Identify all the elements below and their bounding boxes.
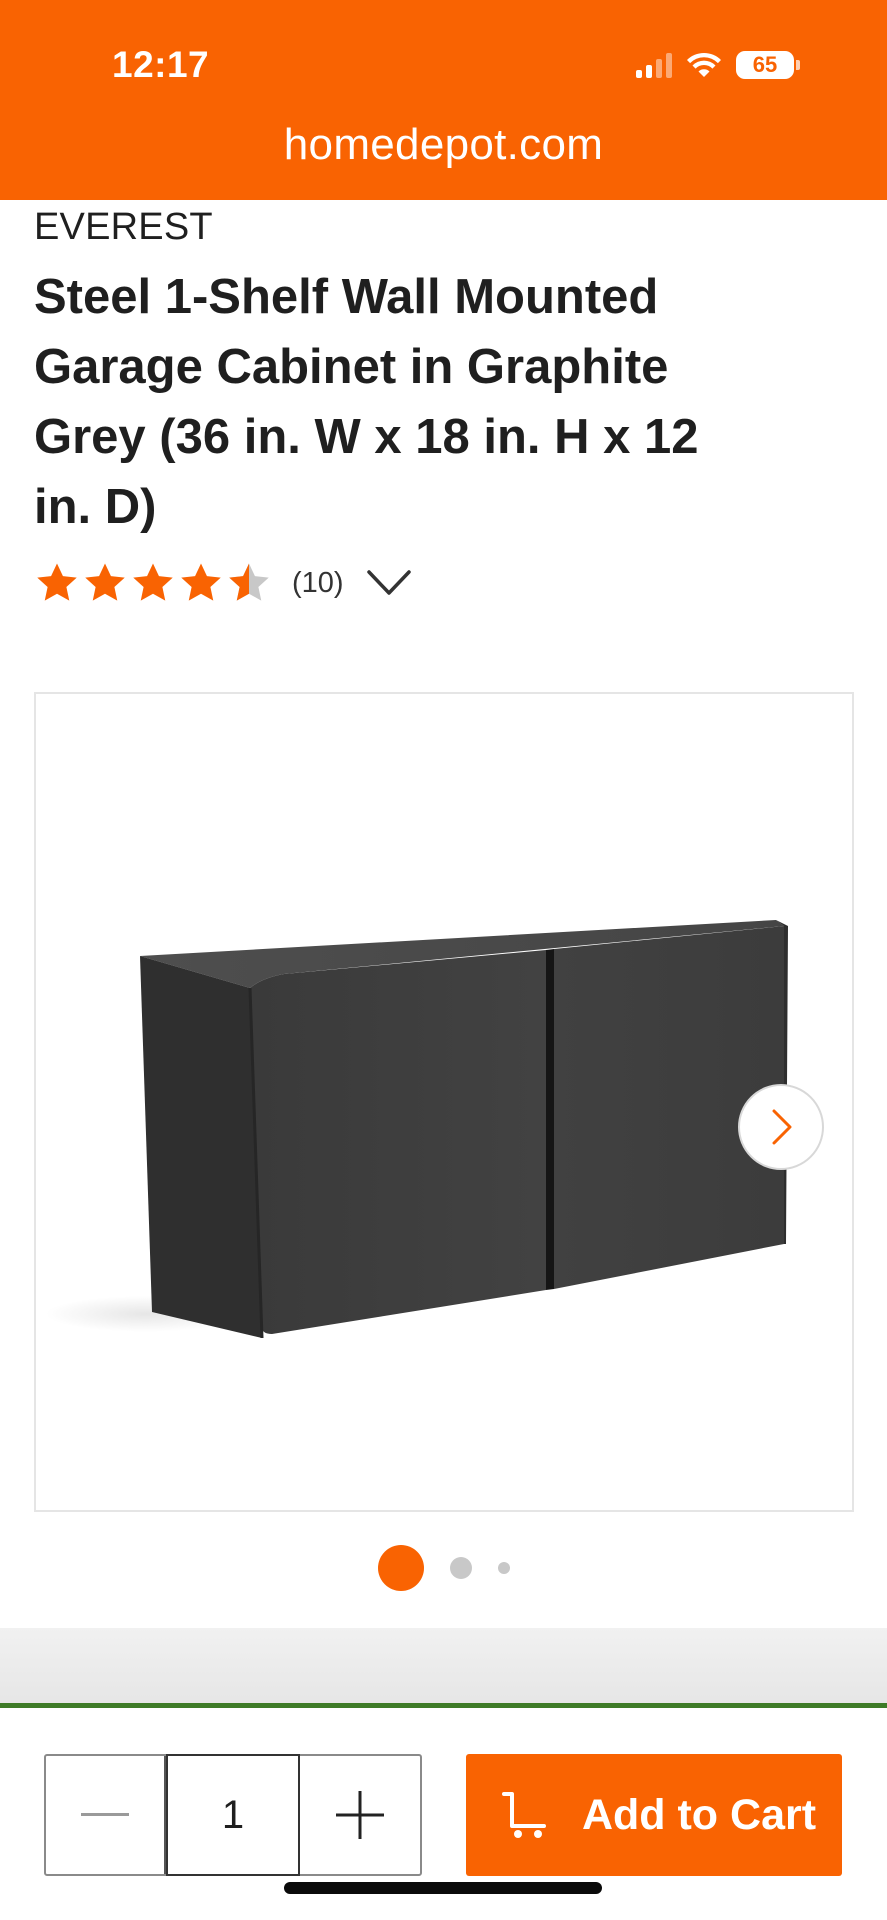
quantity-increase-button[interactable] [300, 1756, 420, 1874]
address-bar-url[interactable]: homedepot.com [0, 120, 887, 170]
battery-level: 65 [752, 52, 778, 77]
chevron-right-icon [772, 1109, 792, 1145]
gallery-dot[interactable] [449, 1557, 472, 1579]
cart-icon [500, 1790, 550, 1840]
quantity-input[interactable]: 1 [166, 1754, 300, 1876]
cellular-signal-icon [636, 52, 672, 78]
plus-icon [336, 1791, 384, 1839]
cabinet-product-image [46, 920, 788, 1339]
star-full-icon [181, 563, 221, 601]
top-bar: 12:17 65 homedepot.com [0, 0, 887, 200]
add-to-cart-label: Add to Cart [581, 1791, 817, 1839]
home-indicator[interactable] [284, 1882, 602, 1894]
product-image-frame[interactable] [34, 692, 854, 1512]
minus-icon [81, 1813, 129, 1816]
gallery-dot-active[interactable] [377, 1545, 424, 1591]
add-to-cart-button[interactable]: Add to Cart [466, 1754, 842, 1876]
product-brand[interactable]: EVEREST [34, 206, 213, 249]
star-full-icon [37, 563, 77, 601]
quantity-decrease-button[interactable] [46, 1756, 166, 1874]
star-full-icon [85, 563, 125, 601]
chevron-down-icon[interactable] [366, 568, 412, 598]
status-icons: 65 [636, 48, 800, 82]
gallery-dot[interactable] [497, 1562, 510, 1574]
review-count[interactable]: (10) [292, 567, 344, 600]
product-title: Steel 1-Shelf Wall Mounted Garage Cabine… [34, 270, 699, 534]
section-divider [0, 1628, 887, 1705]
product-rating[interactable]: (10) [34, 558, 412, 608]
star-half-icon [229, 563, 269, 601]
battery-icon: 65 [736, 51, 794, 79]
wifi-icon [686, 51, 722, 79]
battery-tip [796, 60, 800, 70]
quantity-stepper: 1 [44, 1754, 422, 1876]
gallery-pagination [0, 1545, 887, 1591]
status-time: 12:17 [112, 44, 210, 85]
star-full-icon [133, 563, 173, 601]
rating-stars [34, 560, 272, 606]
gallery-next-button[interactable] [738, 1084, 824, 1170]
